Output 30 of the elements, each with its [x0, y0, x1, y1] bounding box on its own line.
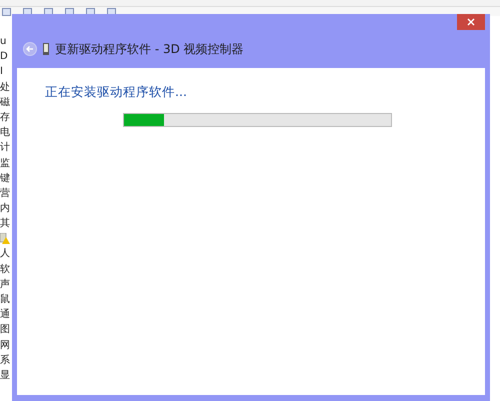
status-text: 正在安装驱动程序软件...	[45, 84, 188, 101]
device-category[interactable]: 图	[0, 322, 12, 338]
device-category[interactable]: 其	[0, 216, 12, 232]
device-category[interactable]: 电	[0, 125, 12, 140]
device-category[interactable]: 网	[0, 338, 12, 353]
device-category[interactable]: 通	[0, 307, 12, 322]
device-category[interactable]: u	[0, 34, 12, 50]
close-icon	[467, 18, 475, 26]
device-category[interactable]: 软	[0, 262, 12, 277]
back-button[interactable]	[23, 42, 37, 56]
device-category[interactable]: 磁	[0, 94, 12, 110]
device-category[interactable]: 鼠	[0, 292, 12, 308]
device-category[interactable]: 键	[0, 170, 12, 186]
device-category[interactable]: 营	[0, 186, 12, 202]
dialog-title: 更新驱动程序软件 - 3D 视频控制器	[55, 40, 244, 58]
device-category[interactable]: 处	[0, 80, 12, 95]
device-category[interactable]: 系	[0, 352, 12, 368]
device-icon	[43, 43, 49, 55]
device-category[interactable]: 计	[0, 140, 12, 156]
device-category[interactable]: 内	[0, 201, 12, 216]
device-category[interactable]: 声	[0, 276, 12, 292]
device-category[interactable]: D	[0, 49, 12, 64]
warning-icon	[0, 233, 10, 244]
device-category[interactable]: 显	[0, 368, 12, 384]
close-button[interactable]	[457, 14, 485, 30]
device-category[interactable]: 存	[0, 110, 12, 126]
toolbar-icon[interactable]	[2, 8, 11, 16]
device-category[interactable]: I	[0, 64, 12, 80]
device-category[interactable]: 人	[0, 246, 12, 262]
device-category[interactable]: 监	[0, 156, 12, 171]
